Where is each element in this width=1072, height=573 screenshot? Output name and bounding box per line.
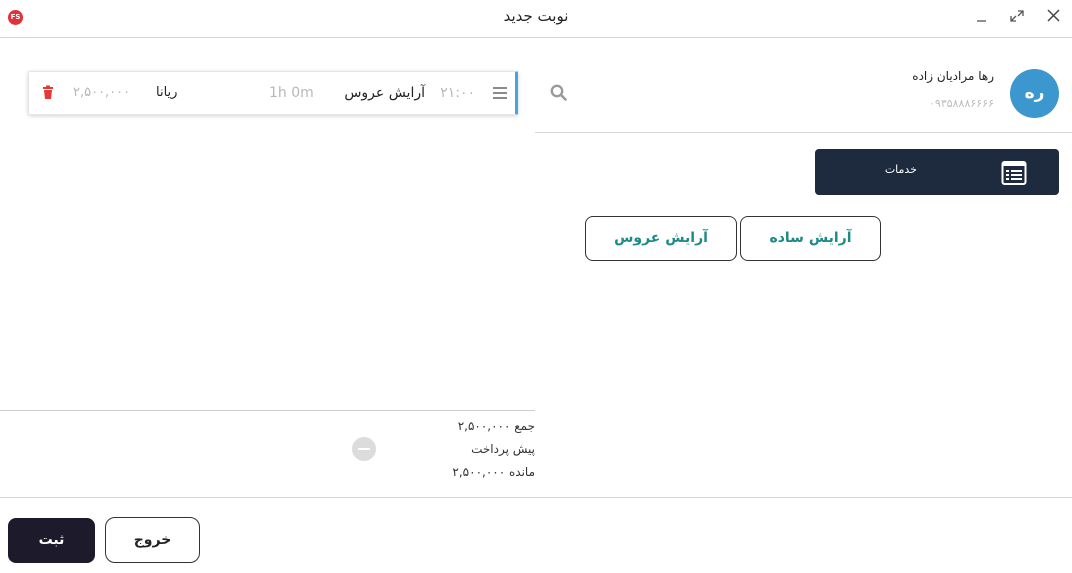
services-tab[interactable]: خدمات — [815, 149, 1059, 195]
avatar: ره — [1010, 69, 1059, 118]
window-title: نوبت جدید — [503, 7, 569, 25]
search-icon[interactable] — [549, 83, 569, 103]
customer-phone: ۰۹۳۵۸۸۸۶۶۶۶ — [929, 97, 994, 110]
list-icon — [1001, 160, 1027, 186]
appointment-price: ۲,۵۰۰,۰۰۰ — [73, 85, 131, 100]
appointment-duration: 1h 0m — [269, 85, 314, 101]
service-bridal-makeup-button[interactable]: آرایش عروس — [585, 216, 737, 261]
submit-button[interactable]: ثبت — [8, 518, 95, 563]
appointment-time: ۲۱:۰۰ — [440, 85, 475, 101]
appointment-staff[interactable]: ریانا — [156, 72, 177, 114]
customer-name: رها مرادیان زاده — [912, 69, 994, 83]
service-simple-makeup-button[interactable]: آرایش ساده — [740, 216, 881, 261]
customer-header: رها مرادیان زاده ۰۹۳۵۸۸۸۶۶۶۶ ره — [535, 39, 1072, 133]
minus-circle-icon[interactable] — [352, 437, 376, 461]
appointments-pane: ۲۱:۰۰ آرایش عروس 1h 0m ریانا ۲,۵۰۰,۰۰۰ ج… — [0, 39, 535, 497]
appointment-card[interactable]: ۲۱:۰۰ آرایش عروس 1h 0m ریانا ۲,۵۰۰,۰۰۰ — [28, 71, 518, 115]
remaining-amount: مانده ۲,۵۰۰,۰۰۰ — [452, 465, 535, 479]
customer-pane: رها مرادیان زاده ۰۹۳۵۸۸۸۶۶۶۶ ره خدمات آر… — [535, 39, 1072, 497]
footer-bar: ثبت خروج — [0, 497, 1072, 573]
appointment-service: آرایش عروس — [344, 85, 425, 101]
minimize-icon[interactable] — [972, 6, 992, 26]
totals-divider — [0, 410, 535, 411]
close-icon[interactable] — [1044, 6, 1064, 26]
trash-icon[interactable] — [41, 72, 55, 114]
exit-button[interactable]: خروج — [105, 517, 200, 563]
total-sum: جمع ۲,۵۰۰,۰۰۰ — [457, 419, 535, 433]
maximize-icon[interactable] — [1007, 6, 1027, 26]
services-tab-label: خدمات — [884, 163, 917, 176]
drag-handle-icon[interactable] — [493, 72, 507, 114]
title-bar: FS نوبت جدید — [0, 0, 1072, 38]
